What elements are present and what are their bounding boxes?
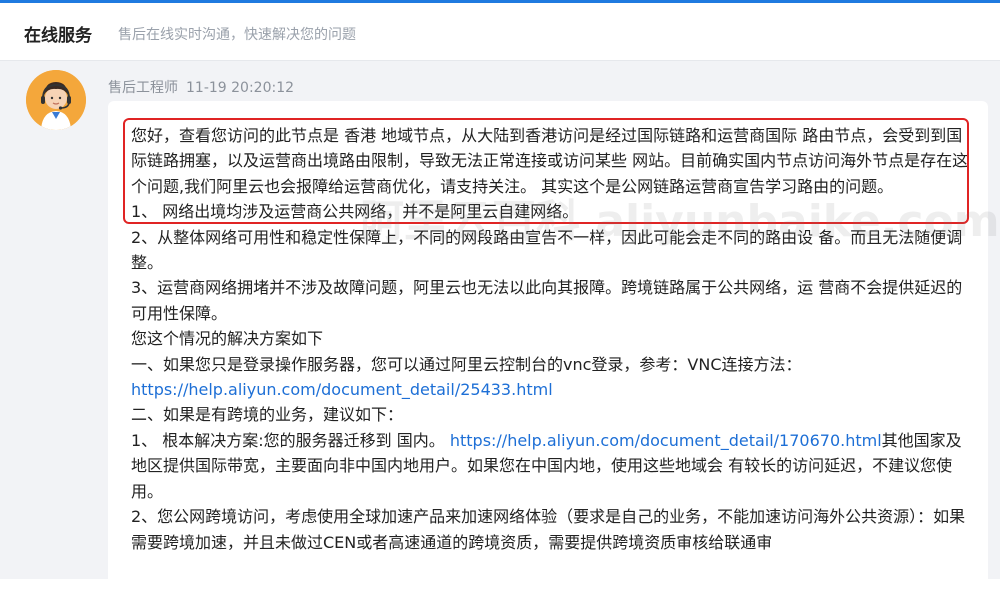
region-doc-link[interactable]: https://help.aliyun.com/document_detail/… [450,431,882,450]
page-title: 在线服务 [24,26,92,46]
vnc-doc-link[interactable]: https://help.aliyun.com/document_detail/… [131,380,553,399]
solution-heading: 您这个情况的解决方案如下 [131,329,324,349]
message-meta: 售后工程师 11-19 20:20:12 [108,77,294,97]
solution-2-item-1: 1、 根本解决方案:您的服务器迁移到 国内。 https://help.aliy… [131,428,971,504]
solution-2-item-1-text: 1、 根本解决方案:您的服务器迁移到 国内。 [131,430,450,450]
reason-3: 3、运营商网络拥堵并不涉及故障问题，阿里云也无法以此向其报障。跨境链路属于公共网… [131,278,963,323]
service-header: 在线服务 售后在线实时沟通，快速解决您的问题 [0,3,1000,61]
solution-2-heading: 二、如果是有跨境的业务，建议如下： [131,405,404,425]
watermark: 阿里云百科 aliyunbaike.com [360,196,1000,247]
sender-name: 售后工程师 [108,80,178,96]
message-time: 11-19 20:20:12 [186,80,295,96]
solution-1: 一、如果您只是登录操作服务器，您可以通过阿里云控制台的vnc登录，参考：VNC连… [131,352,971,403]
solution-2-item-2: 2、您公网跨境访问，考虑使用全球加速产品来加速网络体验（要求是自己的业务，不能加… [131,507,966,552]
page-subtitle: 售后在线实时沟通，快速解决您的问题 [118,27,356,43]
engineer-avatar [26,70,86,130]
solution-1-text: 一、如果您只是登录操作服务器，您可以通过阿里云控制台的vnc登录，参考：VNC连… [131,354,802,374]
